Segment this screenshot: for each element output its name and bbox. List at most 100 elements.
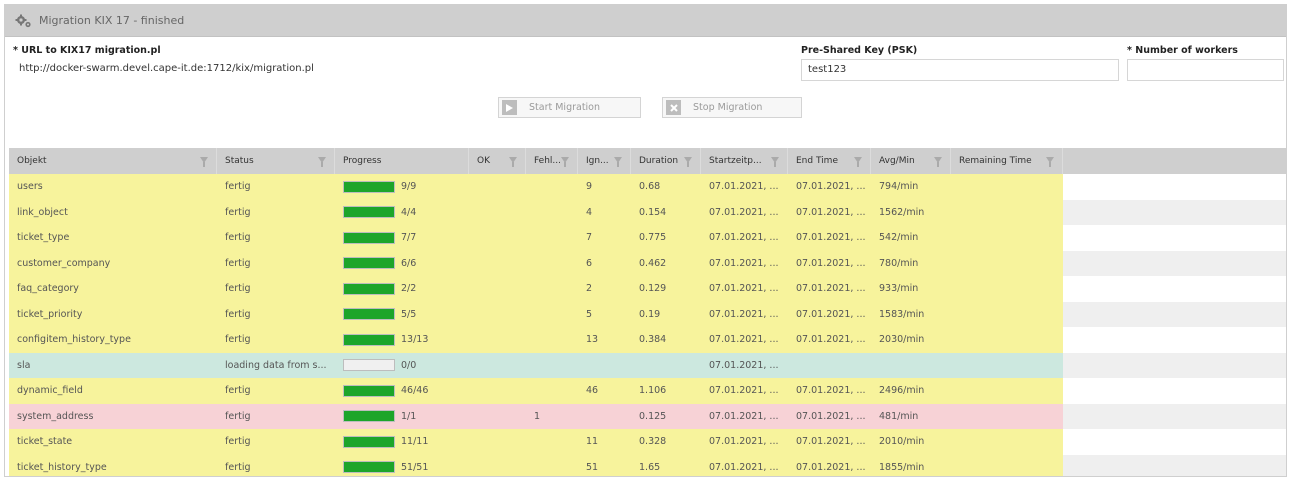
table-row[interactable]: users fertig 9/9 9 0.68 07.01.2021, ... 07.01.… — [9, 174, 1286, 200]
filter-icon[interactable] — [934, 157, 942, 167]
cell-start: 07.01.2021, ... — [701, 429, 788, 455]
table-body: users fertig 9/9 9 0.68 07.01.2021, ... 07.01.… — [9, 174, 1286, 476]
cell-status: fertig — [217, 301, 335, 327]
table-row[interactable]: ticket_state fertig 11/11 11 0.328 07.01.2021… — [9, 429, 1286, 455]
column-header-progress[interactable]: Progress — [335, 148, 469, 174]
filter-icon[interactable] — [318, 157, 326, 167]
table-row[interactable]: link_object fertig 4/4 4 0.154 07.01.2021, ..… — [9, 199, 1286, 225]
column-header-avg[interactable]: Avg/Min — [871, 148, 951, 174]
window-titlebar: Migration KIX 17 - finished — [5, 5, 1286, 37]
psk-label: Pre-Shared Key (PSK) — [801, 45, 918, 56]
cell-duration: 0.328 — [631, 429, 701, 455]
table-row[interactable]: faq_category fertig 2/2 2 0.129 07.01.2021, .… — [9, 276, 1286, 302]
cell-progress: 11/11 — [335, 429, 469, 455]
progress-text: 0/0 — [401, 359, 417, 371]
cell-ign: 6 — [578, 250, 631, 276]
cell-ok — [469, 327, 526, 353]
cell-avg: 1562/min — [871, 199, 951, 225]
table-row[interactable]: ticket_type fertig 7/7 7 0.775 07.01.2021, ..… — [9, 225, 1286, 251]
cell-remaining — [951, 403, 1063, 429]
column-header-label: Duration — [639, 156, 679, 166]
start-migration-button[interactable]: Start Migration — [498, 97, 641, 118]
cell-duration: 0.154 — [631, 199, 701, 225]
cell-ign: 4 — [578, 199, 631, 225]
psk-input[interactable]: test123 — [801, 59, 1119, 81]
cell-objekt: link_object — [9, 199, 217, 225]
column-header-fehl[interactable]: Fehl... — [526, 148, 578, 174]
cell-remaining — [951, 250, 1063, 276]
cell-end: 07.01.2021, ... — [788, 454, 871, 476]
cell-ok — [469, 301, 526, 327]
cell-end: 07.01.2021, ... — [788, 327, 871, 353]
filter-icon[interactable] — [854, 157, 862, 167]
cell-status: fertig — [217, 327, 335, 353]
cell-start: 07.01.2021, ... — [701, 301, 788, 327]
table-row[interactable]: ticket_priority fertig 5/5 5 0.19 07.01.2021,… — [9, 301, 1286, 327]
cell-duration: 0.775 — [631, 225, 701, 251]
table-row[interactable]: dynamic_field fertig 46/46 46 1.106 07.01.202… — [9, 378, 1286, 404]
cell-duration: 0.129 — [631, 276, 701, 302]
filter-icon[interactable] — [771, 157, 779, 167]
close-icon — [666, 100, 681, 115]
cell-avg: 780/min — [871, 250, 951, 276]
cell-start: 07.01.2021, ... — [701, 378, 788, 404]
column-header-ok[interactable]: OK — [469, 148, 526, 174]
cell-ok — [469, 352, 526, 378]
cell-remaining — [951, 378, 1063, 404]
cell-ok — [469, 250, 526, 276]
table-row[interactable]: customer_company fertig 6/6 6 0.462 07.01.202… — [9, 250, 1286, 276]
cell-ign: 46 — [578, 378, 631, 404]
column-header-remaining[interactable]: Remaining Time — [951, 148, 1063, 174]
cell-end — [788, 352, 871, 378]
cell-fehl — [526, 174, 578, 200]
cell-avg: 481/min — [871, 403, 951, 429]
filter-icon[interactable] — [200, 157, 208, 167]
filter-icon[interactable] — [614, 157, 622, 167]
column-header-status[interactable]: Status — [217, 148, 335, 174]
column-header-objekt[interactable]: Objekt — [9, 148, 217, 174]
cell-end: 07.01.2021, ... — [788, 250, 871, 276]
cell-start: 07.01.2021, ... — [701, 276, 788, 302]
progress-bar — [343, 206, 395, 219]
cell-ign: 2 — [578, 276, 631, 302]
column-header-start[interactable]: Startzeitp... — [701, 148, 788, 174]
cell-fehl — [526, 378, 578, 404]
url-input[interactable]: http://docker-swarm.devel.cape-it.de:171… — [13, 59, 795, 81]
cell-status: fertig — [217, 454, 335, 476]
table-row[interactable]: sla loading data from s... 0/0 07.01.2021, … — [9, 352, 1286, 378]
filter-icon[interactable] — [1046, 157, 1054, 167]
table-row[interactable]: configitem_history_type fertig 13/13 13 0.38… — [9, 327, 1286, 353]
cell-start: 07.01.2021, ... — [701, 454, 788, 476]
cell-avg: 1583/min — [871, 301, 951, 327]
cell-avg: 2496/min — [871, 378, 951, 404]
header-filler — [1063, 148, 1286, 174]
cell-objekt: dynamic_field — [9, 378, 217, 404]
column-header-ign[interactable]: Ign... — [578, 148, 631, 174]
stop-migration-button[interactable]: Stop Migration — [662, 97, 802, 118]
cell-start: 07.01.2021, ... — [701, 225, 788, 251]
row-filler — [1063, 378, 1286, 404]
action-buttons: Start Migration Stop Migration — [5, 97, 1286, 119]
column-header-duration[interactable]: Duration — [631, 148, 701, 174]
column-header-end[interactable]: End Time — [788, 148, 871, 174]
cell-remaining — [951, 199, 1063, 225]
cell-objekt: ticket_state — [9, 429, 217, 455]
cell-start: 07.01.2021, ... — [701, 327, 788, 353]
workers-field-group: * Number of workers — [1127, 43, 1284, 81]
filter-icon[interactable] — [561, 157, 569, 167]
cell-progress: 5/5 — [335, 301, 469, 327]
filter-icon[interactable] — [509, 157, 517, 167]
row-filler — [1063, 327, 1286, 353]
table-row[interactable]: system_address fertig 1/1 1 0.125 07.01.2021,… — [9, 403, 1286, 429]
stop-migration-label: Stop Migration — [693, 102, 763, 113]
filter-icon[interactable] — [684, 157, 692, 167]
cell-ign — [578, 352, 631, 378]
cell-remaining — [951, 174, 1063, 200]
workers-input[interactable] — [1127, 59, 1284, 81]
cell-progress: 4/4 — [335, 199, 469, 225]
progress-text: 11/11 — [401, 436, 429, 447]
progress-text: 6/6 — [401, 257, 417, 269]
window-title: Migration KIX 17 - finished — [39, 14, 185, 27]
cell-progress: 51/51 — [335, 454, 469, 476]
table-row[interactable]: ticket_history_type fertig 51/51 51 1.65 07.0… — [9, 454, 1286, 476]
